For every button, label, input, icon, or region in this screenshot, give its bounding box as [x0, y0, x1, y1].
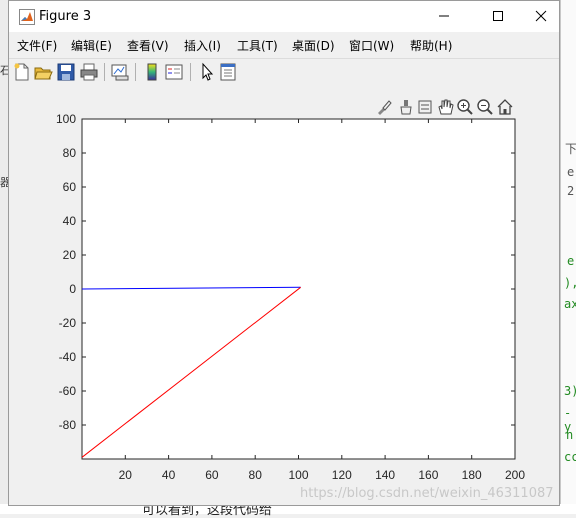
close-button[interactable]: [523, 1, 559, 32]
pan-icon[interactable]: [436, 98, 454, 116]
maximize-icon: [492, 7, 504, 26]
menu-tools[interactable]: 工具(T): [237, 37, 278, 54]
window-title: Figure 3: [39, 9, 92, 24]
menu-file[interactable]: 文件(F): [17, 37, 57, 54]
background-code: cc: [564, 450, 576, 464]
menu-edit[interactable]: 编辑(E): [71, 37, 112, 54]
background-code: 3): [564, 384, 576, 398]
background-code: ),: [564, 276, 576, 290]
home-icon[interactable]: [496, 98, 514, 116]
save-icon[interactable]: [56, 62, 76, 82]
background-code: e: [567, 165, 575, 179]
data-cursor-icon[interactable]: [397, 98, 415, 116]
menu-insert[interactable]: 插入(I): [184, 37, 221, 54]
figure-window: Figure 3 文件(F) 编辑(E) 查看(V) 插入(I) 工具(T) 桌…: [8, 0, 560, 506]
toolbar-separator: [135, 63, 136, 81]
toolbar-separator: [190, 63, 191, 81]
background-code: ax: [564, 297, 576, 311]
background-code: 2: [567, 184, 575, 198]
menu-window[interactable]: 窗口(W): [349, 37, 394, 54]
colorbar-icon[interactable]: [142, 62, 162, 82]
title-bar[interactable]: Figure 3: [9, 1, 559, 32]
property-inspector-icon[interactable]: [218, 62, 238, 82]
print-icon[interactable]: [79, 62, 99, 82]
figure-toolbar: [9, 58, 559, 87]
linked-icon[interactable]: [416, 98, 434, 116]
background-code: e: [567, 254, 575, 268]
minimize-icon: [438, 7, 450, 26]
maximize-button[interactable]: [475, 1, 521, 32]
figure-canvas: [9, 86, 559, 505]
link-plot-icon[interactable]: [110, 62, 130, 82]
brush-icon[interactable]: [375, 98, 393, 116]
zoom-out-icon[interactable]: [476, 98, 494, 116]
zoom-in-icon[interactable]: [456, 98, 474, 116]
background-code: 下: [565, 142, 576, 156]
menu-bar: 文件(F) 编辑(E) 查看(V) 插入(I) 工具(T) 桌面(D) 窗口(W…: [9, 32, 559, 58]
open-file-icon[interactable]: [33, 62, 53, 82]
background-code: n: [566, 428, 574, 442]
menu-view[interactable]: 查看(V): [127, 37, 169, 54]
minimize-button[interactable]: [421, 1, 467, 32]
new-figure-icon[interactable]: [12, 62, 32, 82]
menu-desktop[interactable]: 桌面(D): [292, 37, 335, 54]
toolbar-separator: [104, 63, 105, 81]
edit-plot-icon[interactable]: [197, 62, 217, 82]
close-icon: [535, 7, 547, 26]
menu-help[interactable]: 帮助(H): [410, 37, 452, 54]
watermark-text: https://blog.csdn.net/weixin_46311087: [300, 486, 554, 501]
matlab-logo-icon: [19, 9, 35, 25]
legend-icon[interactable]: [164, 62, 184, 82]
